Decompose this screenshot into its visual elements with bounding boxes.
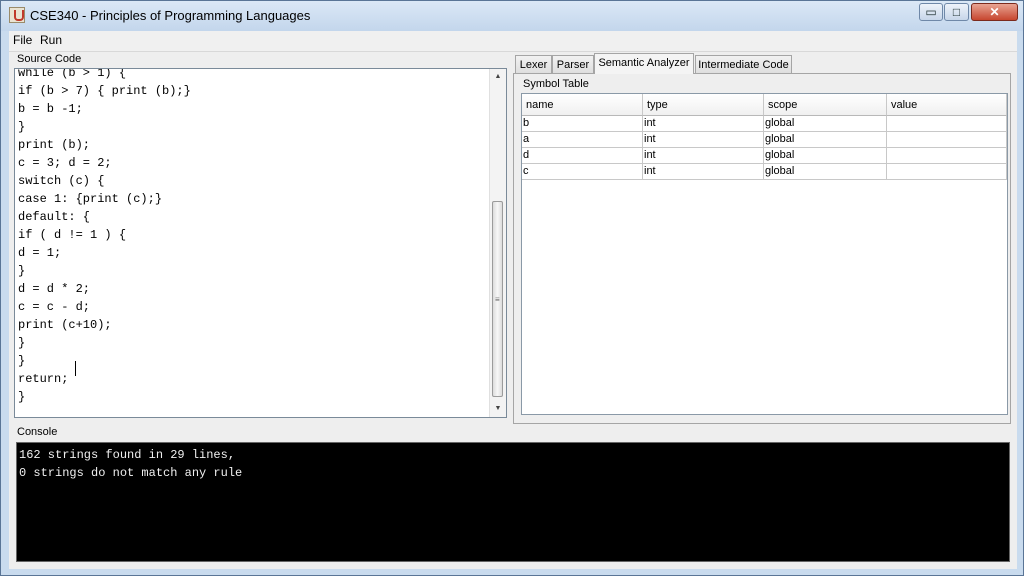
code-line[interactable]: c = c - d; [18, 298, 191, 316]
menu-bar: File Run [9, 31, 1017, 52]
cell-name[interactable]: d [522, 148, 643, 164]
column-header-name[interactable]: name [522, 94, 643, 116]
code-line[interactable]: d = 1; [18, 244, 191, 262]
cell-scope[interactable]: global [764, 116, 887, 132]
code-line[interactable]: d = d * 2; [18, 280, 191, 298]
source-code-label: Source Code [17, 53, 82, 65]
editor-vertical-scrollbar[interactable]: ▲ ≡ ▼ [489, 69, 506, 417]
code-line[interactable]: b = b -1; [18, 100, 191, 118]
code-line[interactable]: switch (c) { [18, 172, 191, 190]
code-line[interactable]: if ( d != 1 ) { [18, 226, 191, 244]
close-button[interactable]: ✕ [971, 3, 1018, 21]
console-text: 162 strings found in 29 lines, 0 strings … [19, 446, 242, 482]
tab-semantic-analyzer[interactable]: Semantic Analyzer [594, 53, 694, 74]
column-header-type[interactable]: type [643, 94, 764, 116]
code-line[interactable]: case 1: {print (c);} [18, 190, 191, 208]
console-output[interactable]: 162 strings found in 29 lines, 0 strings … [16, 442, 1010, 562]
code-line[interactable]: } [18, 388, 191, 406]
scrollbar-thumb[interactable]: ≡ [492, 201, 503, 397]
console-line: 0 strings do not match any rule [19, 466, 243, 480]
app-window: CSE340 - Principles of Programming Langu… [0, 0, 1024, 576]
code-line[interactable]: } [18, 118, 191, 136]
text-caret [75, 361, 76, 376]
source-code-editor[interactable]: while (b > 1) {if (b > 7) { print (b);} b… [14, 68, 507, 418]
table-row[interactable]: c int global [522, 164, 1007, 180]
cell-value[interactable] [887, 164, 1007, 180]
java-app-icon [9, 7, 25, 23]
cell-name[interactable]: a [522, 132, 643, 148]
code-line[interactable]: } [18, 262, 191, 280]
cell-name[interactable]: b [522, 116, 643, 132]
code-line[interactable]: return; [18, 370, 191, 388]
scroll-up-arrow-icon[interactable]: ▲ [490, 70, 506, 84]
code-line[interactable]: print (c+10); [18, 316, 191, 334]
table-row[interactable]: a int global [522, 132, 1007, 148]
column-header-scope[interactable]: scope [764, 94, 887, 116]
cell-scope[interactable]: global [764, 148, 887, 164]
cell-type[interactable]: int [643, 164, 764, 180]
cell-type[interactable]: int [643, 132, 764, 148]
cell-value[interactable] [887, 116, 1007, 132]
tab-intermediate-code[interactable]: Intermediate Code [695, 55, 792, 73]
tab-parser[interactable]: Parser [552, 55, 594, 73]
maximize-button[interactable]: □ [944, 3, 969, 21]
code-line[interactable]: c = 3; d = 2; [18, 154, 191, 172]
cell-type[interactable]: int [643, 116, 764, 132]
window-title: CSE340 - Principles of Programming Langu… [30, 8, 311, 23]
code-line[interactable]: print (b); [18, 136, 191, 154]
semantic-analyzer-panel: Symbol Table name type scope value b int g… [513, 73, 1011, 424]
cell-value[interactable] [887, 132, 1007, 148]
table-row[interactable]: d int global [522, 148, 1007, 164]
symbol-table[interactable]: name type scope value b int global a int glob… [521, 93, 1008, 415]
scroll-down-arrow-icon[interactable]: ▼ [490, 402, 506, 416]
code-line[interactable]: } [18, 334, 191, 352]
code-line[interactable]: } [18, 352, 191, 370]
cell-name[interactable]: c [522, 164, 643, 180]
menu-run[interactable]: Run [40, 33, 62, 47]
cell-scope[interactable]: global [764, 164, 887, 180]
code-text[interactable]: while (b > 1) {if (b > 7) { print (b);} b… [18, 69, 191, 406]
grip-icon: ≡ [495, 295, 500, 304]
tab-lexer[interactable]: Lexer [515, 55, 552, 73]
console-label: Console [17, 426, 58, 438]
client-area: File Run Source Code while (b > 1) {if (… [9, 31, 1017, 569]
cell-type[interactable]: int [643, 148, 764, 164]
column-header-value[interactable]: value [887, 94, 1007, 116]
code-line[interactable]: while (b > 1) { [18, 69, 191, 82]
code-line[interactable]: default: { [18, 208, 191, 226]
title-bar[interactable]: CSE340 - Principles of Programming Langu… [1, 1, 1023, 31]
cell-value[interactable] [887, 148, 1007, 164]
minimize-button[interactable]: ▭ [919, 3, 943, 21]
symbol-table-label: Symbol Table [523, 78, 589, 90]
cell-scope[interactable]: global [764, 132, 887, 148]
console-line: 162 strings found in 29 lines, [19, 448, 236, 462]
table-row[interactable]: b int global [522, 116, 1007, 132]
menu-file[interactable]: File [13, 33, 32, 47]
code-line[interactable]: if (b > 7) { print (b);} [18, 82, 191, 100]
